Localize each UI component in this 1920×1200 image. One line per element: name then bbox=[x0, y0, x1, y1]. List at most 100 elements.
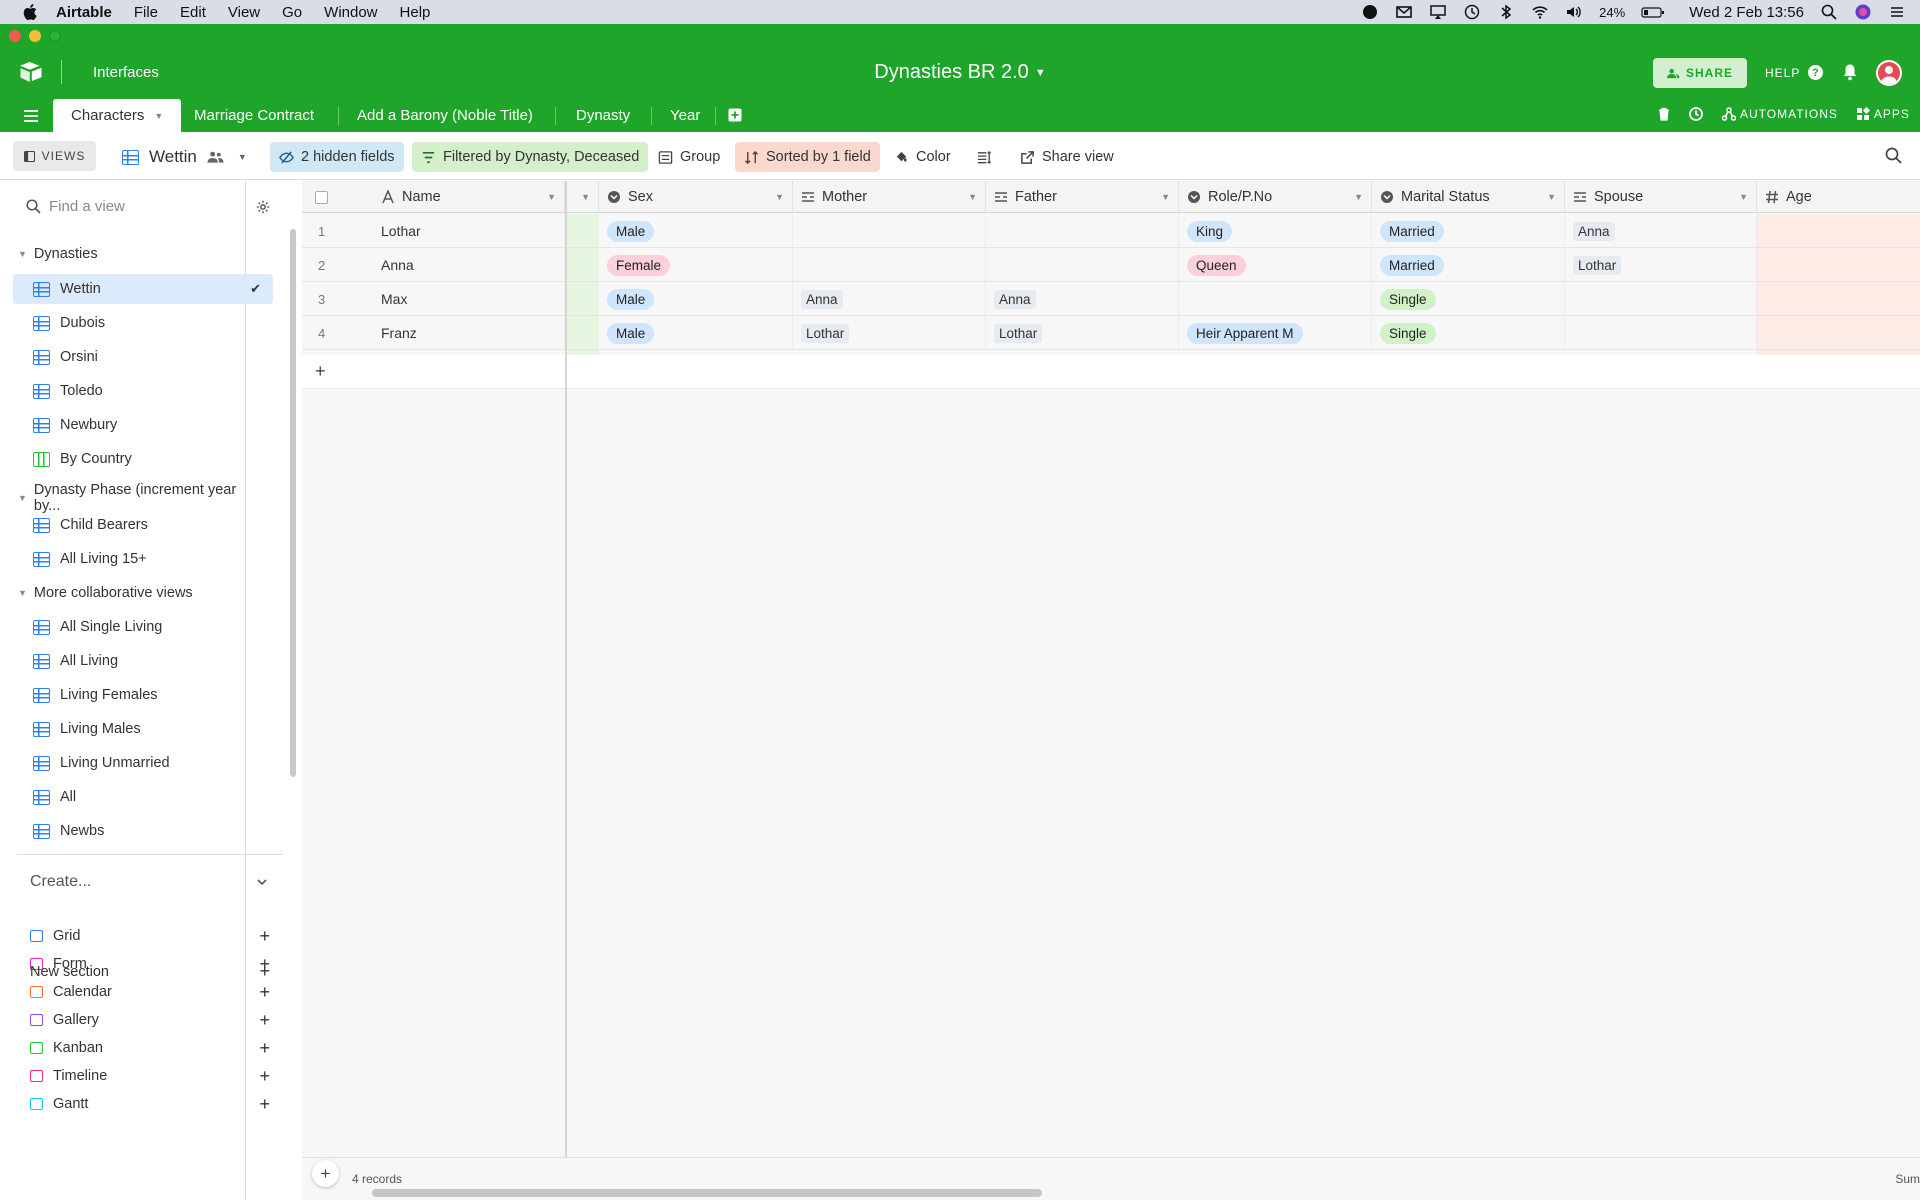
cell-spouse[interactable] bbox=[1565, 316, 1757, 350]
linked-record-chip[interactable]: Lothar bbox=[801, 323, 850, 343]
apps-button[interactable]: APPS bbox=[1856, 107, 1910, 121]
airplay-icon[interactable] bbox=[1429, 3, 1447, 21]
cell-marital-status[interactable]: Single bbox=[1372, 316, 1565, 350]
chevron-down-icon[interactable]: ▼ bbox=[581, 192, 590, 202]
view-item-dubois[interactable]: Dubois bbox=[13, 308, 273, 338]
tab-characters[interactable]: Characters ▼ bbox=[53, 99, 182, 132]
collapse-triangle-icon[interactable]: ▼ bbox=[18, 493, 27, 503]
cell-spouse[interactable]: Lothar bbox=[1565, 248, 1757, 282]
tab-year[interactable]: Year bbox=[652, 99, 718, 132]
sort-button[interactable]: Sorted by 1 field bbox=[735, 142, 880, 172]
group-button[interactable]: Group bbox=[649, 142, 729, 172]
view-item-living-unmarried[interactable]: Living Unmarried bbox=[13, 748, 273, 778]
automations-button[interactable]: AUTOMATIONS bbox=[1722, 107, 1838, 121]
apple-icon[interactable] bbox=[22, 3, 40, 21]
column-header-collapsed[interactable]: ▼ bbox=[565, 181, 599, 213]
add-record-row[interactable]: + bbox=[302, 355, 1920, 389]
view-item-toledo[interactable]: Toledo bbox=[13, 376, 273, 406]
menu-edit[interactable]: Edit bbox=[180, 4, 206, 21]
create-gallery-view[interactable]: Gallery + bbox=[30, 1009, 270, 1031]
chevron-down-icon[interactable]: ▼ bbox=[1547, 192, 1556, 202]
cell-role[interactable]: Heir Apparent M bbox=[1179, 316, 1372, 350]
chevron-down-icon[interactable]: ▼ bbox=[1354, 192, 1363, 202]
share-view-button[interactable]: Share view bbox=[1011, 142, 1123, 172]
column-header-spouse[interactable]: Spouse ▼ bbox=[1565, 181, 1757, 213]
cell-name[interactable]: Anna bbox=[373, 248, 565, 282]
menu-window[interactable]: Window bbox=[324, 4, 377, 21]
add-table-icon[interactable] bbox=[728, 108, 742, 122]
column-header-name[interactable]: Name ▼ bbox=[373, 181, 565, 213]
cell-father[interactable]: Anna bbox=[986, 282, 1179, 316]
share-button[interactable]: SHARE bbox=[1653, 58, 1747, 88]
table-row[interactable]: 1 Lothar Male King Married Anna bbox=[302, 214, 1920, 248]
column-header-marital-status[interactable]: Marital Status ▼ bbox=[1372, 181, 1565, 213]
plus-icon[interactable]: + bbox=[259, 1094, 270, 1115]
time-machine-icon[interactable] bbox=[1463, 3, 1481, 21]
summary-label[interactable]: Sum bbox=[1895, 1172, 1920, 1186]
plus-icon[interactable]: + bbox=[259, 1010, 270, 1031]
sidebar-scrollbar[interactable] bbox=[290, 229, 296, 777]
chevron-down-icon[interactable]: ▼ bbox=[1161, 192, 1170, 202]
user-avatar[interactable] bbox=[1876, 60, 1902, 86]
menubar-clock[interactable]: Wed 2 Feb 13:56 bbox=[1689, 4, 1804, 21]
table-row[interactable]: 4 Franz Male Lothar Lothar Heir Apparent… bbox=[302, 316, 1920, 350]
gear-icon[interactable] bbox=[256, 200, 270, 214]
menu-file[interactable]: File bbox=[134, 4, 158, 21]
cell-marital-status[interactable]: Single bbox=[1372, 282, 1565, 316]
plus-icon[interactable]: + bbox=[259, 982, 270, 1003]
horizontal-scrollbar[interactable] bbox=[372, 1189, 1042, 1197]
views-toggle-button[interactable]: VIEWS bbox=[13, 141, 96, 171]
bluetooth-icon[interactable] bbox=[1497, 3, 1515, 21]
search-icon[interactable] bbox=[1885, 147, 1902, 164]
base-title-text[interactable]: Dynasties BR 2.0 bbox=[874, 61, 1029, 83]
view-item-wettin[interactable]: Wettin ✔ bbox=[13, 274, 273, 304]
tab-dropdown-caret-icon[interactable]: ▼ bbox=[154, 111, 163, 121]
current-view-selector[interactable]: Wettin ▼ bbox=[122, 142, 247, 172]
filter-button[interactable]: Filtered by Dynasty, Deceased bbox=[412, 142, 649, 172]
column-header-mother[interactable]: Mother ▼ bbox=[793, 181, 986, 213]
color-button[interactable]: Color bbox=[885, 142, 960, 172]
collapse-triangle-icon[interactable]: ▼ bbox=[18, 249, 27, 259]
volume-icon[interactable] bbox=[1565, 3, 1583, 21]
chevron-down-icon[interactable]: ▼ bbox=[547, 192, 556, 202]
view-item-all-living[interactable]: All Living bbox=[13, 646, 273, 676]
cell-mother[interactable]: Lothar bbox=[793, 316, 986, 350]
column-header-sex[interactable]: Sex ▼ bbox=[599, 181, 793, 213]
row-height-button[interactable] bbox=[968, 142, 1001, 172]
view-item-child-bearers[interactable]: Child Bearers bbox=[13, 510, 273, 540]
table-row[interactable]: 3 Max Male Anna Anna Single bbox=[302, 282, 1920, 316]
column-header-role[interactable]: Role/P.No ▼ bbox=[1179, 181, 1372, 213]
linked-record-chip[interactable]: Anna bbox=[801, 289, 843, 309]
cell-name[interactable]: Lothar bbox=[373, 214, 565, 248]
add-record-button[interactable]: + bbox=[312, 1160, 339, 1187]
view-item-all[interactable]: All bbox=[13, 782, 273, 812]
hamburger-menu-icon[interactable] bbox=[24, 110, 38, 122]
chevron-down-icon[interactable] bbox=[256, 876, 268, 888]
window-zoom-button[interactable] bbox=[49, 30, 61, 42]
plus-icon[interactable]: + bbox=[259, 926, 270, 947]
view-item-newbury[interactable]: Newbury bbox=[13, 410, 273, 440]
view-item-orsini[interactable]: Orsini bbox=[13, 342, 273, 372]
cell-marital-status[interactable]: Married bbox=[1372, 248, 1565, 282]
cell-sex[interactable]: Male bbox=[599, 214, 793, 248]
trash-icon[interactable] bbox=[1658, 107, 1670, 121]
linked-record-chip[interactable]: Anna bbox=[1573, 221, 1615, 241]
plus-icon[interactable]: + bbox=[259, 1038, 270, 1059]
battery-icon[interactable] bbox=[1641, 3, 1665, 21]
menu-view[interactable]: View bbox=[228, 4, 260, 21]
menu-go[interactable]: Go bbox=[282, 4, 302, 21]
chevron-down-icon[interactable]: ▼ bbox=[1739, 192, 1748, 202]
column-header-age[interactable]: Age bbox=[1757, 181, 1920, 213]
linked-record-chip[interactable]: Lothar bbox=[1573, 255, 1622, 275]
tab-add-a-barony[interactable]: Add a Barony (Noble Title) bbox=[339, 99, 551, 132]
linked-record-chip[interactable]: Anna bbox=[994, 289, 1036, 309]
help-link[interactable]: HELP ? bbox=[1765, 65, 1824, 80]
create-calendar-view[interactable]: Calendar + bbox=[30, 981, 270, 1003]
spotlight-search-icon[interactable] bbox=[1820, 3, 1838, 21]
select-all-checkbox[interactable] bbox=[315, 191, 328, 204]
cell-sex[interactable]: Male bbox=[599, 282, 793, 316]
cell-mother[interactable] bbox=[793, 248, 986, 282]
siri-icon[interactable] bbox=[1854, 3, 1872, 21]
cell-role[interactable] bbox=[1179, 282, 1372, 316]
window-close-button[interactable] bbox=[9, 30, 21, 42]
